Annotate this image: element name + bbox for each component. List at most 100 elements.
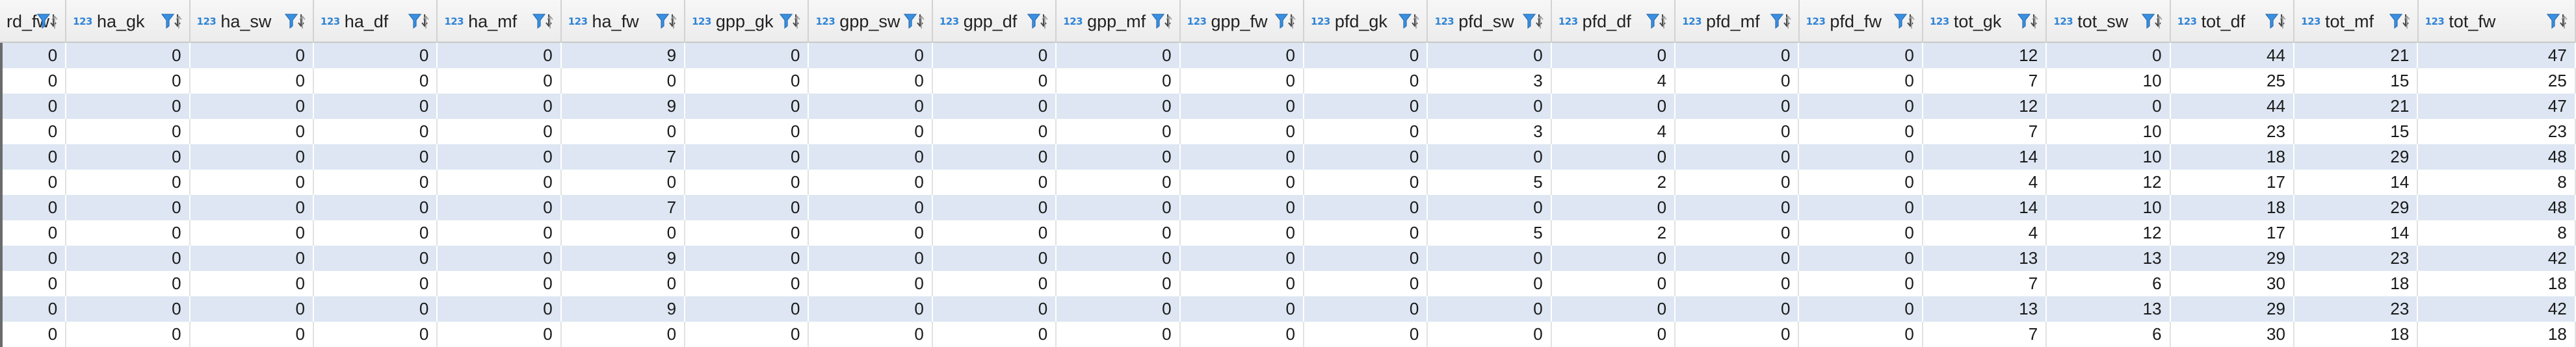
cell-pfd-mf[interactable]: 0 <box>1676 68 1800 94</box>
cell-gpp-sw[interactable]: 0 <box>809 170 933 195</box>
cell-gpp-df[interactable]: 0 <box>933 296 1057 322</box>
cell-ha-gk[interactable]: 0 <box>66 246 191 271</box>
cell-pfd-gk[interactable]: 0 <box>1304 246 1428 271</box>
cell-pfd-sw[interactable]: 5 <box>1428 170 1552 195</box>
cell-ha-df[interactable]: 0 <box>314 195 438 220</box>
cell-ha-sw[interactable]: 0 <box>191 220 314 246</box>
cell-gpp-df[interactable]: 0 <box>933 246 1057 271</box>
cell-pfd-mf[interactable]: 0 <box>1676 195 1800 220</box>
cell-ha-mf[interactable]: 0 <box>438 170 562 195</box>
cell-gpp-gk[interactable]: 0 <box>685 68 809 94</box>
filter-sort-icon[interactable] <box>2265 12 2287 31</box>
cell-pfd-mf[interactable]: 0 <box>1676 271 1800 296</box>
cell-pfd-fw[interactable]: 0 <box>1799 296 1923 322</box>
cell-ha-gk[interactable]: 0 <box>66 296 191 322</box>
cell-tot-fw[interactable]: 42 <box>2418 296 2576 322</box>
cell-gpp-df[interactable]: 0 <box>933 322 1057 347</box>
filter-sort-icon[interactable] <box>408 12 430 31</box>
cell-gpp-gk[interactable]: 0 <box>685 271 809 296</box>
column-header-pfd-mf[interactable]: 123 pfd_mf <box>1676 0 1800 43</box>
cell-ha-gk[interactable]: 0 <box>66 195 191 220</box>
cell-pfd-sw[interactable]: 3 <box>1428 68 1552 94</box>
cell-pfd-df[interactable]: 0 <box>1552 94 1676 119</box>
cell-gpp-mf[interactable]: 0 <box>1057 220 1181 246</box>
cell-ha-gk[interactable]: 0 <box>66 94 191 119</box>
cell-pfd-gk[interactable]: 0 <box>1304 322 1428 347</box>
column-header-ha-fw[interactable]: 123 ha_fw <box>562 0 686 43</box>
cell-ha-gk[interactable]: 0 <box>66 119 191 144</box>
filter-sort-icon[interactable] <box>1274 12 1296 31</box>
cell-tot-df[interactable]: 30 <box>2171 271 2294 296</box>
cell-gpp-sw[interactable]: 0 <box>809 296 933 322</box>
cell-ha-mf[interactable]: 0 <box>438 68 562 94</box>
cell-ha-fw[interactable]: 9 <box>562 296 686 322</box>
cell-tot-mf[interactable]: 14 <box>2294 220 2419 246</box>
cell-ha-sw[interactable]: 0 <box>191 43 314 68</box>
cell-pfd-df[interactable]: 0 <box>1552 296 1676 322</box>
cell-ha-gk[interactable]: 0 <box>66 43 191 68</box>
cell-gpp-sw[interactable]: 0 <box>809 246 933 271</box>
cell-tot-df[interactable]: 18 <box>2171 144 2294 170</box>
cell-rd-fw[interactable]: 0 <box>0 296 67 322</box>
cell-gpp-mf[interactable]: 0 <box>1057 322 1181 347</box>
cell-gpp-df[interactable]: 0 <box>933 271 1057 296</box>
cell-pfd-mf[interactable]: 0 <box>1676 220 1800 246</box>
cell-tot-sw[interactable]: 6 <box>2047 322 2171 347</box>
cell-ha-sw[interactable]: 0 <box>191 195 314 220</box>
cell-rd-fw[interactable]: 0 <box>0 144 67 170</box>
filter-sort-icon[interactable] <box>2546 12 2568 31</box>
cell-tot-sw[interactable]: 6 <box>2047 271 2171 296</box>
cell-tot-gk[interactable]: 13 <box>1923 246 2047 271</box>
cell-pfd-sw[interactable]: 5 <box>1428 220 1552 246</box>
filter-sort-icon[interactable] <box>1646 12 1668 31</box>
cell-pfd-gk[interactable]: 0 <box>1304 119 1428 144</box>
cell-gpp-sw[interactable]: 0 <box>809 322 933 347</box>
cell-rd-fw[interactable]: 0 <box>0 246 67 271</box>
cell-rd-fw[interactable]: 0 <box>0 271 67 296</box>
cell-pfd-mf[interactable]: 0 <box>1676 43 1800 68</box>
cell-ha-df[interactable]: 0 <box>314 119 438 144</box>
cell-pfd-fw[interactable]: 0 <box>1799 43 1923 68</box>
cell-pfd-fw[interactable]: 0 <box>1799 322 1923 347</box>
filter-sort-icon[interactable] <box>2389 12 2411 31</box>
cell-pfd-mf[interactable]: 0 <box>1676 296 1800 322</box>
cell-ha-mf[interactable]: 0 <box>438 246 562 271</box>
cell-ha-fw[interactable]: 0 <box>562 271 686 296</box>
cell-pfd-gk[interactable]: 0 <box>1304 43 1428 68</box>
filter-sort-icon[interactable] <box>161 12 183 31</box>
column-header-gpp-gk[interactable]: 123 gpp_gk <box>685 0 809 43</box>
cell-gpp-sw[interactable]: 0 <box>809 220 933 246</box>
cell-pfd-gk[interactable]: 0 <box>1304 195 1428 220</box>
cell-rd-fw[interactable]: 0 <box>0 119 67 144</box>
cell-ha-fw[interactable]: 7 <box>562 144 686 170</box>
cell-tot-fw[interactable]: 8 <box>2418 170 2576 195</box>
cell-tot-sw[interactable]: 12 <box>2047 170 2171 195</box>
cell-gpp-fw[interactable]: 0 <box>1181 68 1304 94</box>
cell-gpp-gk[interactable]: 0 <box>685 246 809 271</box>
cell-gpp-mf[interactable]: 0 <box>1057 246 1181 271</box>
cell-tot-mf[interactable]: 18 <box>2294 271 2419 296</box>
cell-ha-df[interactable]: 0 <box>314 246 438 271</box>
cell-pfd-mf[interactable]: 0 <box>1676 94 1800 119</box>
cell-ha-sw[interactable]: 0 <box>191 170 314 195</box>
cell-ha-sw[interactable]: 0 <box>191 68 314 94</box>
cell-gpp-fw[interactable]: 0 <box>1181 246 1304 271</box>
cell-rd-fw[interactable]: 0 <box>0 94 67 119</box>
cell-tot-gk[interactable]: 4 <box>1923 170 2047 195</box>
cell-ha-mf[interactable]: 0 <box>438 43 562 68</box>
cell-ha-sw[interactable]: 0 <box>191 296 314 322</box>
cell-ha-fw[interactable]: 0 <box>562 68 686 94</box>
cell-tot-sw[interactable]: 13 <box>2047 246 2171 271</box>
cell-gpp-fw[interactable]: 0 <box>1181 296 1304 322</box>
cell-tot-gk[interactable]: 7 <box>1923 68 2047 94</box>
cell-tot-mf[interactable]: 23 <box>2294 246 2419 271</box>
cell-tot-fw[interactable]: 23 <box>2418 119 2576 144</box>
cell-ha-fw[interactable]: 7 <box>562 195 686 220</box>
cell-ha-sw[interactable]: 0 <box>191 94 314 119</box>
cell-pfd-df[interactable]: 0 <box>1552 246 1676 271</box>
cell-tot-fw[interactable]: 47 <box>2418 43 2576 68</box>
cell-ha-mf[interactable]: 0 <box>438 271 562 296</box>
cell-gpp-fw[interactable]: 0 <box>1181 195 1304 220</box>
cell-tot-mf[interactable]: 21 <box>2294 94 2419 119</box>
cell-tot-sw[interactable]: 10 <box>2047 144 2171 170</box>
